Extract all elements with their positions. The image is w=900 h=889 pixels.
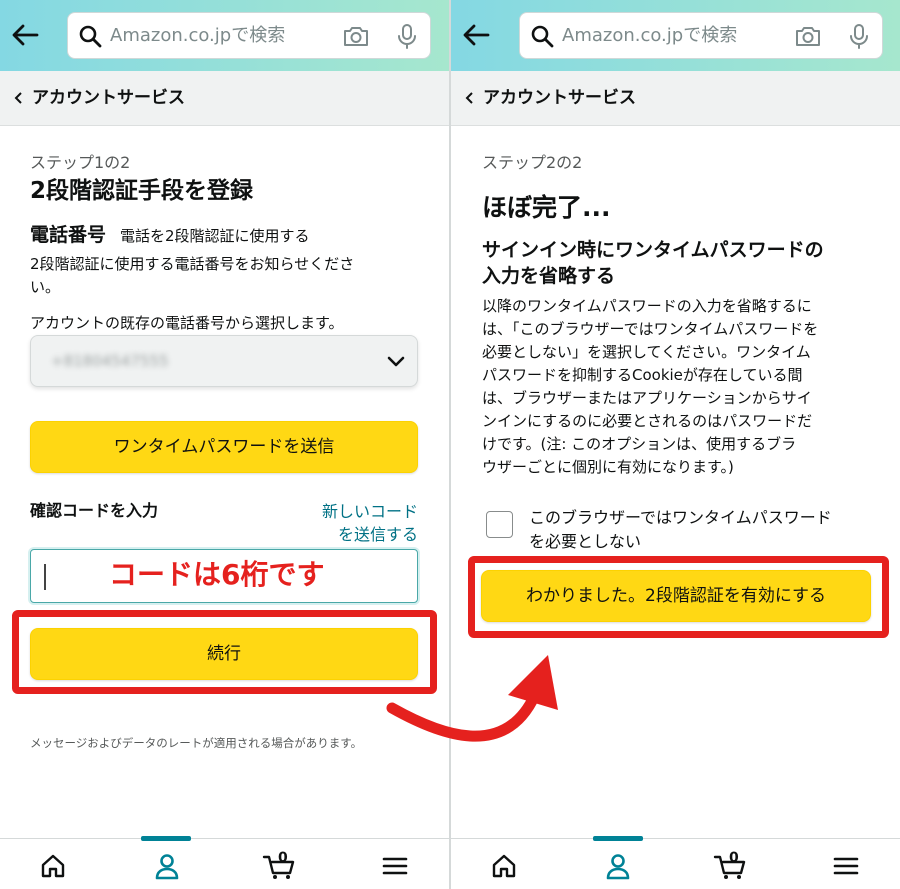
menu-icon[interactable]	[380, 851, 410, 881]
microphone-icon[interactable]	[396, 23, 418, 50]
explanation-text: 以降のワンタイムパスワードの入力を省略するに は、「このブラウザーではワンタイム…	[482, 295, 818, 479]
search-input[interactable]: Amazon.co.jpで検索	[562, 25, 737, 47]
resend-code-link-line1: 新しいコード	[321, 502, 418, 521]
resend-code-link[interactable]: 新しいコード を送信する	[300, 500, 418, 546]
step-indicator: ステップ2の2	[482, 153, 583, 172]
menu-icon[interactable]	[831, 851, 861, 881]
text-caret	[44, 564, 46, 590]
step-indicator: ステップ1の2	[30, 153, 131, 172]
back-arrow-icon[interactable]	[461, 20, 491, 50]
breadcrumb[interactable]: アカウントサービス	[451, 71, 900, 126]
rates-footnote: メッセージおよびデータのレートが適用される場合があります。	[30, 736, 363, 750]
camera-icon[interactable]	[342, 24, 370, 48]
chevron-down-icon	[387, 356, 405, 367]
top-search-bar: Amazon.co.jpで検索	[451, 0, 900, 71]
account-icon[interactable]	[603, 851, 633, 881]
phone-label: 電話番号	[30, 224, 107, 246]
breadcrumb-label: アカウントサービス	[32, 88, 185, 108]
search-box[interactable]: Amazon.co.jpで検索	[67, 12, 431, 59]
home-icon[interactable]	[38, 851, 68, 881]
search-input[interactable]: Amazon.co.jpで検索	[110, 25, 285, 47]
search-icon	[531, 25, 554, 48]
explanation-line: は、「このブラウザーではワンタイムパスワードを	[482, 320, 819, 338]
home-icon[interactable]	[489, 851, 519, 881]
section-subtitle-cont: 入力を省略する	[482, 265, 616, 287]
explanation-line: ウザーごとに個別に有効になります。)	[482, 458, 734, 476]
resend-code-link-line2: を送信する	[337, 525, 418, 544]
breadcrumb-label: アカウントサービス	[483, 88, 636, 108]
breadcrumb[interactable]: アカウントサービス	[0, 71, 450, 126]
phone-sublabel: 電話を2段階認証に使用する	[120, 227, 310, 245]
continue-button[interactable]: 続行	[30, 628, 418, 680]
cart-count-badge: 0	[729, 850, 739, 866]
checkbox-label[interactable]: このブラウザーではワンタイムパスワード	[529, 506, 832, 530]
send-otp-button[interactable]: ワンタイムパスワードを送信	[30, 421, 418, 473]
annotation-code-digits: コードは6桁です	[109, 558, 325, 591]
section-subtitle: サインイン時にワンタイムパスワードの	[482, 239, 824, 261]
explanation-line: ンインにするのに必要とされるのはパスワードだ	[482, 412, 813, 430]
page-title: 2段階認証手段を登録	[30, 178, 254, 204]
microphone-icon[interactable]	[848, 23, 870, 50]
active-tab-indicator	[593, 836, 643, 841]
search-box[interactable]: Amazon.co.jpで検索	[519, 12, 883, 59]
top-search-bar: Amazon.co.jpで検索	[0, 0, 450, 71]
checkbox-label-cont[interactable]: を必要としない	[529, 530, 641, 554]
annotation-arrow	[386, 655, 558, 742]
verification-code-input[interactable]: コードは6桁です	[30, 549, 418, 603]
bottom-navigation: 0	[0, 836, 450, 889]
phone-select[interactable]: +81804547555	[30, 335, 418, 387]
bottom-navigation: 0	[451, 836, 900, 889]
active-tab-indicator	[141, 836, 191, 841]
explanation-line: 必要としない」を選択してください。ワンタイム	[482, 343, 811, 361]
code-label: 確認コードを入力	[30, 501, 159, 520]
explanation-line: 以降のワンタイムパスワードの入力を省略するに	[482, 297, 812, 315]
account-icon[interactable]	[152, 851, 182, 881]
chevron-left-icon	[465, 92, 473, 104]
select-label: アカウントの既存の電話番号から選択します。	[30, 314, 344, 332]
enable-2fa-button[interactable]: わかりました。2段階認証を有効にする	[481, 570, 871, 622]
cart-count-badge: 0	[278, 850, 288, 866]
phone-description-cont: い。	[30, 278, 61, 296]
camera-icon[interactable]	[794, 24, 822, 48]
selected-phone-value: +81804547555	[51, 352, 169, 370]
search-icon	[79, 25, 102, 48]
page-title: ほぼ完了...	[482, 193, 611, 222]
phone-description: 2段階認証に使用する電話番号をお知らせくださ	[30, 255, 355, 273]
chevron-left-icon	[14, 92, 22, 104]
explanation-line: は、ブラウザーまたはアプリケーションからサイ	[482, 389, 812, 407]
back-arrow-icon[interactable]	[10, 20, 40, 50]
skip-otp-checkbox[interactable]	[486, 511, 513, 538]
explanation-line: けです。(注: このオプションは、使用するブラ	[482, 435, 797, 453]
explanation-line: パスワードを抑制するCookieが存在している間	[482, 366, 803, 384]
